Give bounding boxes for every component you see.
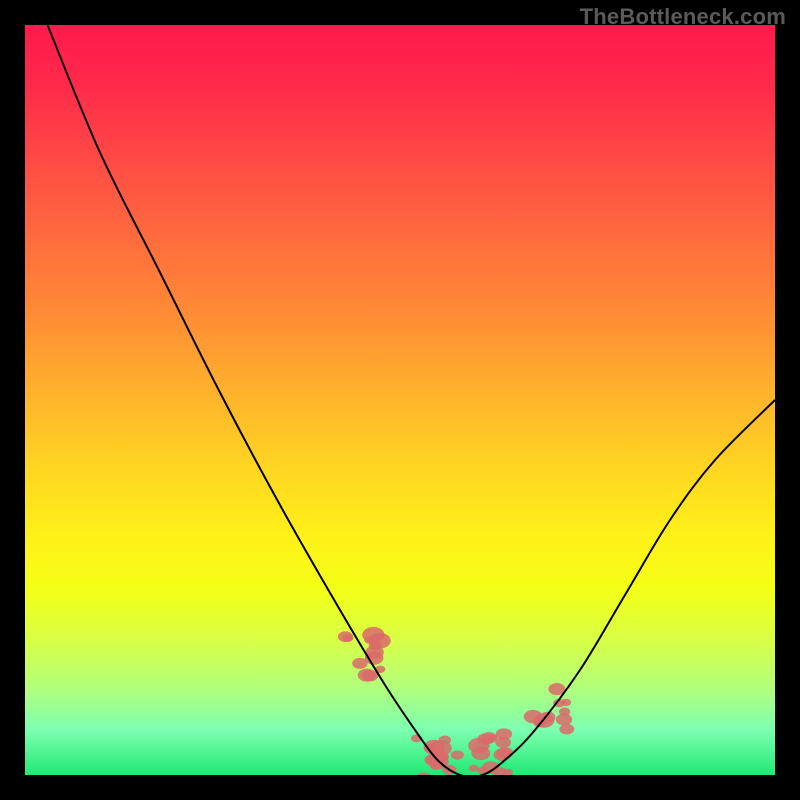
fuzz-layer: [338, 627, 574, 775]
fuzz-dot: [416, 773, 431, 776]
fuzz-dot: [342, 634, 353, 642]
fuzz-dot: [352, 658, 367, 669]
fuzz-dot: [358, 669, 376, 682]
fuzz-dot: [497, 747, 513, 759]
fuzz-dot: [362, 670, 378, 681]
fuzz-dot: [487, 735, 497, 742]
fuzz-dot: [438, 753, 449, 761]
fuzz-dot: [369, 633, 391, 649]
fuzz-dot: [424, 740, 445, 755]
fuzz-dot: [534, 713, 554, 728]
fuzz-dot: [469, 765, 479, 772]
fuzz-dot: [559, 708, 570, 716]
fuzz-dot: [559, 724, 574, 735]
fuzz-dot: [411, 735, 422, 743]
fuzz-dot: [548, 683, 565, 695]
fuzz-dot: [429, 755, 449, 769]
fuzz-dot: [369, 641, 382, 650]
plot-area: [25, 25, 775, 775]
fuzz-dot: [442, 765, 456, 775]
fuzz-dot: [482, 761, 499, 773]
fuzz-dot: [429, 750, 448, 764]
fuzz-dot: [430, 761, 442, 770]
fuzz-dot: [375, 666, 385, 673]
fuzz-dot: [553, 699, 565, 708]
fuzz-dot: [364, 636, 375, 644]
fuzz-dot: [471, 747, 490, 761]
fuzz-dot: [503, 769, 513, 775]
fuzz-dot: [338, 631, 353, 642]
fuzz-dot: [429, 750, 442, 759]
fuzz-dot: [425, 754, 441, 766]
fuzz-dot: [556, 714, 572, 726]
fuzz-dot: [430, 740, 452, 756]
fuzz-dot: [494, 749, 511, 761]
fuzz-dot: [451, 750, 464, 759]
fuzz-dot: [540, 712, 556, 723]
fuzz-dot: [496, 728, 512, 740]
bottleneck-curve: [48, 25, 776, 775]
fuzz-dot: [477, 766, 488, 774]
fuzz-dot: [481, 732, 497, 744]
fuzz-dot: [424, 744, 436, 753]
fuzz-dot: [439, 736, 452, 745]
fuzz-dot: [561, 699, 571, 706]
fuzz-dot: [533, 718, 545, 727]
fuzz-dot: [362, 627, 384, 643]
chart-stage: TheBottleneck.com: [0, 0, 800, 800]
watermark-text: TheBottleneck.com: [580, 4, 786, 30]
fuzz-dot: [365, 651, 384, 664]
curve-layer: [25, 25, 775, 775]
fuzz-dot: [495, 737, 511, 748]
fuzz-dot: [427, 757, 438, 765]
fuzz-dot: [365, 646, 383, 659]
fuzz-dot: [477, 733, 493, 744]
fuzz-dot: [524, 710, 543, 723]
fuzz-dot: [493, 767, 507, 775]
fuzz-dot: [468, 738, 489, 753]
